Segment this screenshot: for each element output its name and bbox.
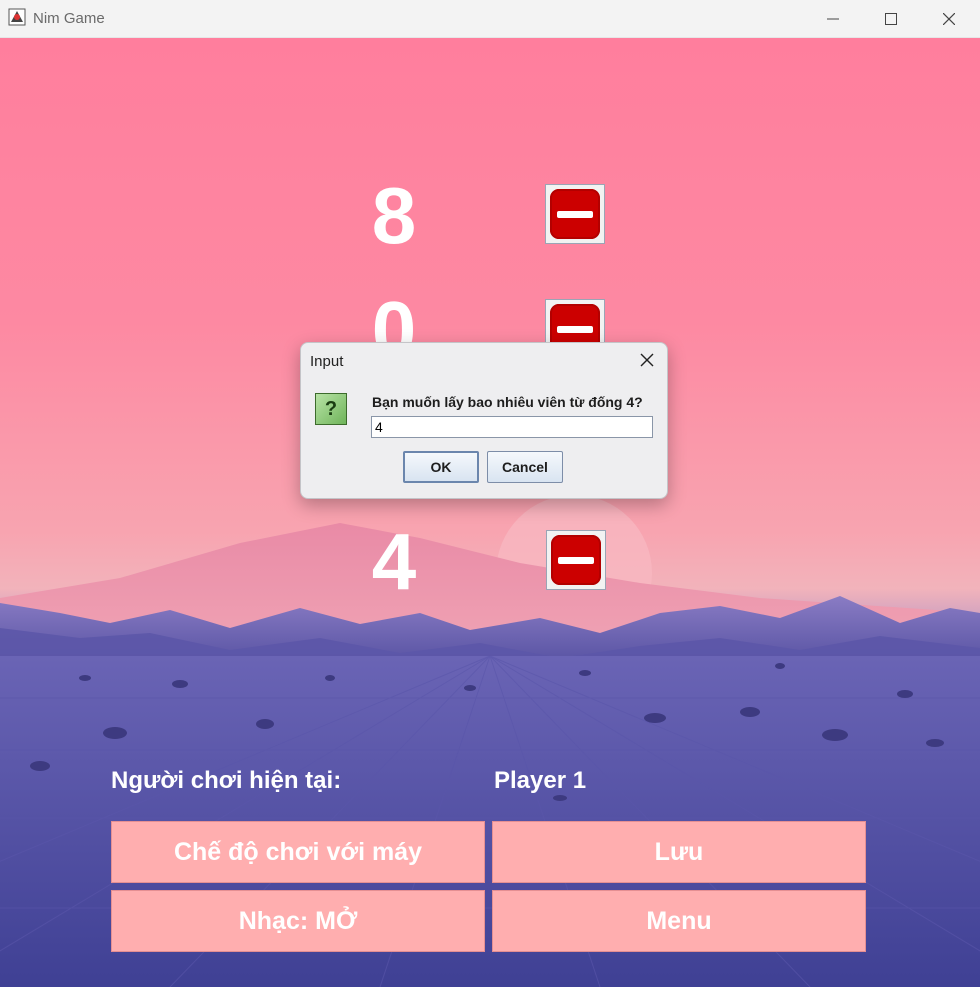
close-button[interactable]: [920, 0, 978, 37]
window-title: Nim Game: [33, 10, 105, 27]
pile-4-count: 4: [371, 517, 417, 606]
close-icon: [943, 12, 955, 25]
question-icon: ?: [315, 393, 347, 425]
maximize-icon: [885, 12, 897, 25]
input-dialog: Input ? Bạn muốn lấy bao nhiêu viên từ đ…: [300, 342, 668, 499]
window-titlebar: Nim Game: [0, 0, 980, 38]
current-player-name: Player 1: [494, 767, 587, 794]
question-mark: ?: [324, 397, 338, 420]
current-player-label: Người chơi hiện tại:: [111, 767, 342, 794]
pile-4-remove-button[interactable]: [546, 530, 606, 590]
java-app-icon: [8, 8, 26, 26]
music-toggle-button[interactable]: Nhạc: MỞ: [111, 890, 485, 952]
pile-1-remove-button[interactable]: [545, 184, 605, 244]
minus-icon: [550, 189, 600, 239]
game-board: 8 0 4 Người chơi hiện tại: Player 1 Chế …: [0, 38, 980, 987]
amount-input[interactable]: [371, 416, 653, 438]
ok-button[interactable]: OK: [403, 451, 479, 483]
menu-button[interactable]: Menu: [492, 890, 866, 952]
cancel-button[interactable]: Cancel: [487, 451, 563, 483]
minimize-icon: [827, 18, 839, 19]
minimize-button[interactable]: [804, 0, 862, 37]
play-mode-button[interactable]: Chế độ chơi với máy: [111, 821, 485, 883]
pile-1-count: 8: [371, 171, 417, 260]
dialog-message: Bạn muốn lấy bao nhiêu viên từ đống 4?: [372, 394, 643, 410]
maximize-button[interactable]: [862, 0, 920, 37]
close-icon[interactable]: [639, 352, 655, 368]
minus-icon: [551, 535, 601, 585]
dialog-title: Input: [310, 353, 344, 370]
save-button[interactable]: Lưu: [492, 821, 866, 883]
